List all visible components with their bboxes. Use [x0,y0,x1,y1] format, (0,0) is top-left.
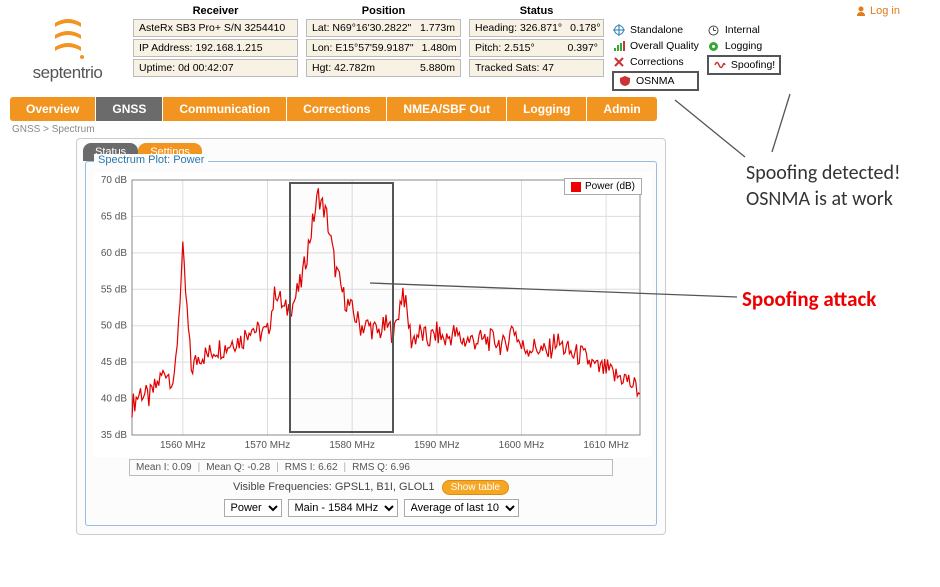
nav-communication[interactable]: Communication [163,97,287,121]
nav-corrections[interactable]: Corrections [287,97,387,121]
nav-nmea-sbf[interactable]: NMEA/SBF Out [387,97,507,121]
status-indicators-a: Standalone Overall Quality Corrections O… [612,5,699,91]
receiver-column: Receiver AsteRx SB3 Pro+ S/N 3254410 IP … [133,5,298,79]
nav-gnss[interactable]: GNSS [96,97,163,121]
stat-mean-i: Mean I: 0.09 [136,462,192,473]
spectrum-fieldset: Spectrum Plot: Power 35 dB40 dB45 dB50 d… [85,161,657,526]
svg-text:1560 MHz: 1560 MHz [160,440,206,451]
position-column: Position Lat: N69°16'30.2822"1.773m Lon:… [306,5,461,79]
svg-text:40 dB: 40 dB [101,394,127,405]
shield-icon [618,74,632,88]
x-icon [612,55,626,69]
logging-label: Logging [725,40,762,52]
login-label: Log in [870,5,900,17]
brand-logo: septentrio [10,5,125,83]
series-select[interactable]: Power [224,499,282,517]
breadcrumb: GNSS > Spectrum [12,124,928,135]
nav-logging[interactable]: Logging [507,97,587,121]
legend-label: Power (dB) [585,181,635,192]
svg-text:1610 MHz: 1610 MHz [583,440,629,451]
show-table-button[interactable]: Show table [442,480,509,495]
corrections-label: Corrections [630,56,684,68]
svg-text:55 dB: 55 dB [101,284,127,295]
signal-bars-icon [612,39,626,53]
svg-text:1590 MHz: 1590 MHz [414,440,460,451]
status-corrections[interactable]: Corrections [612,55,699,69]
spoofing-label: Spoofing! [731,59,775,71]
position-lon: Lon: E15°57'59.9187"1.480m [306,39,461,57]
logo-mark [49,13,87,61]
svg-text:50 dB: 50 dB [101,321,127,332]
legend-swatch-icon [571,182,581,192]
interference-icon [713,58,727,72]
band-select[interactable]: Main - 1584 MHz [288,499,398,517]
svg-text:35 dB: 35 dB [101,430,127,441]
spectrum-panel: Status Settings Spectrum Plot: Power 35 … [76,138,666,535]
standalone-label: Standalone [630,24,683,36]
status-tracked-sats: Tracked Sats: 47 [469,59,604,77]
status-col-title: Status [469,5,604,17]
average-select[interactable]: Average of last 10 [404,499,519,517]
position-lat: Lat: N69°16'30.2822"1.773m [306,19,461,37]
chart-legend: Power (dB) [564,178,642,195]
stat-mean-q: Mean Q: -0.28 [206,462,270,473]
svg-text:70 dB: 70 dB [101,175,127,186]
position-hgt: Hgt: 42.782m5.880m [306,59,461,77]
status-heading: Heading: 326.871°0.178° [469,19,604,37]
user-icon [855,5,867,17]
status-indicators-b: Internal Logging Spoofing! [707,5,781,75]
visible-frequencies: Visible Frequencies: GPSL1, B1I, GLOL1 S… [94,480,648,495]
chart-stats: Mean I: 0.09| Mean Q: -0.28| RMS I: 6.62… [129,459,613,476]
receiver-model: AsteRx SB3 Pro+ S/N 3254410 [133,19,298,37]
receiver-ip: IP Address: 192.168.1.215 [133,39,298,57]
chart-svg: 35 dB 40 dB 45 dB 50 dB 55 dB 60 dB 65 dB 70 dB… [94,172,652,457]
position-col-title: Position [306,5,461,17]
svg-text:1570 MHz: 1570 MHz [245,440,291,451]
internal-label: Internal [725,24,760,36]
receiver-uptime: Uptime: 0d 00:42:07 [133,59,298,77]
osnma-label: OSNMA [636,75,675,87]
status-logging[interactable]: Logging [707,39,781,53]
svg-text:1580 MHz: 1580 MHz [329,440,375,451]
receiver-col-title: Receiver [133,5,298,17]
status-pitch: Pitch: 2.515°0.397° [469,39,604,57]
status-internal[interactable]: Internal [707,23,781,37]
main-nav: Overview GNSS Communication Corrections … [10,97,930,121]
overall-quality-label: Overall Quality [630,40,699,52]
header: septentrio Receiver AsteRx SB3 Pro+ S/N … [0,0,940,91]
login-link[interactable]: Log in [855,5,900,17]
nav-overview[interactable]: Overview [10,97,96,121]
stat-rms-i: RMS I: 6.62 [285,462,338,473]
annotation-spoofing-detected: Spoofing detected! OSNMA is at work [746,160,901,212]
svg-text:1600 MHz: 1600 MHz [499,440,545,451]
logo-text: septentrio [33,63,103,83]
fieldset-title: Spectrum Plot: Power [94,154,208,166]
svg-text:45 dB: 45 dB [101,357,127,368]
status-column: Status Heading: 326.871°0.178° Pitch: 2.… [469,5,604,79]
crosshair-icon [612,23,626,37]
annotation-spoofing-attack: Spoofing attack [742,286,876,313]
disk-icon [707,39,721,53]
chart-controls: Power Main - 1584 MHz Average of last 10 [94,499,648,517]
svg-text:65 dB: 65 dB [101,211,127,222]
stat-rms-q: RMS Q: 6.96 [352,462,410,473]
status-standalone[interactable]: Standalone [612,23,699,37]
status-osnma[interactable]: OSNMA [612,71,699,91]
spectrum-chart: 35 dB 40 dB 45 dB 50 dB 55 dB 60 dB 65 dB 70 dB… [94,172,652,457]
svg-text:60 dB: 60 dB [101,248,127,259]
status-overall-quality[interactable]: Overall Quality [612,39,699,53]
clock-icon [707,23,721,37]
status-spoofing[interactable]: Spoofing! [707,55,781,75]
nav-admin[interactable]: Admin [587,97,656,121]
